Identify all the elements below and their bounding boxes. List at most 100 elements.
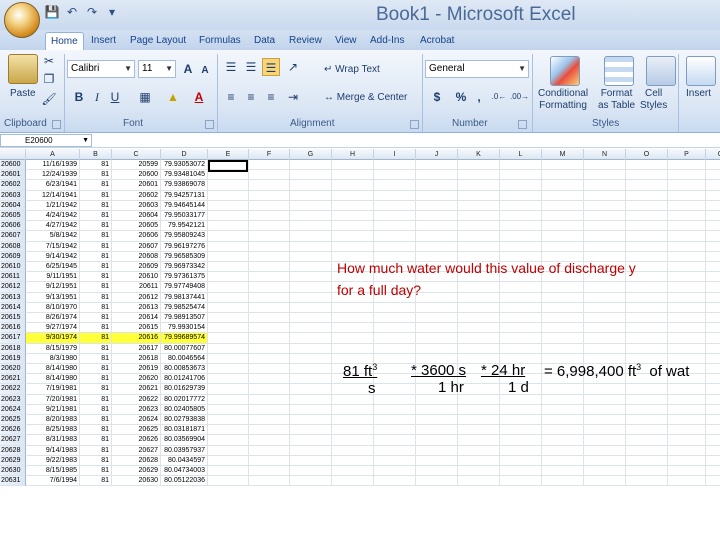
cell-empty[interactable] xyxy=(500,180,542,191)
cell-empty[interactable] xyxy=(706,191,720,201)
cell-value-d[interactable]: 80.01629739 xyxy=(161,384,208,395)
currency-icon[interactable]: $ xyxy=(428,88,446,106)
cell-empty[interactable] xyxy=(249,323,290,334)
cell-empty[interactable] xyxy=(584,200,626,211)
number-launcher-icon[interactable] xyxy=(518,120,527,129)
cell-empty[interactable] xyxy=(706,476,720,487)
cell-value-b[interactable]: 81 xyxy=(80,425,112,436)
tab-add-ins[interactable]: Add-Ins xyxy=(365,32,409,50)
shrink-font-icon[interactable]: A xyxy=(196,62,214,80)
cell-empty[interactable] xyxy=(668,476,706,487)
cell-empty[interactable] xyxy=(332,241,374,252)
cell-empty[interactable] xyxy=(706,323,720,334)
cell-empty[interactable] xyxy=(208,476,249,487)
format-as-table-button[interactable]: Format as Table xyxy=(598,88,635,112)
cell-value-b[interactable]: 81 xyxy=(80,262,112,273)
cell-value-c[interactable]: 20616 xyxy=(112,333,161,344)
cell-empty[interactable] xyxy=(416,190,458,201)
tab-view[interactable]: View xyxy=(330,32,362,50)
cell-value-d[interactable]: 80.04734003 xyxy=(161,466,208,477)
cell-empty[interactable] xyxy=(249,272,290,283)
cell-empty[interactable] xyxy=(374,211,416,222)
cell-value-b[interactable]: 81 xyxy=(80,415,112,426)
cell-empty[interactable] xyxy=(208,313,249,324)
column-header[interactable]: B xyxy=(80,149,112,160)
row-header[interactable]: 20611 xyxy=(0,272,26,283)
cell-empty[interactable] xyxy=(706,384,720,395)
cell-empty[interactable] xyxy=(626,323,668,334)
cell-value-b[interactable]: 81 xyxy=(80,364,112,375)
copy-icon[interactable]: ❐ xyxy=(40,70,58,88)
cell-value-d[interactable]: 80.02405805 xyxy=(161,404,208,415)
cell-value-d[interactable]: 79.98137441 xyxy=(161,292,208,303)
column-header[interactable]: J xyxy=(416,149,458,160)
cell-empty[interactable] xyxy=(374,415,416,426)
cell-value-c[interactable]: 20604 xyxy=(112,211,161,222)
cell-value-b[interactable]: 81 xyxy=(80,221,112,232)
cell-empty[interactable] xyxy=(668,190,706,201)
row-header[interactable]: 20621 xyxy=(0,374,26,385)
cell-value-c[interactable]: 20630 xyxy=(112,476,161,487)
cell-empty[interactable] xyxy=(416,476,458,487)
cell-value-b[interactable]: 81 xyxy=(80,160,112,171)
cell-empty[interactable] xyxy=(500,404,542,415)
cell-value-d[interactable]: 80.03181871 xyxy=(161,425,208,436)
cell-empty[interactable] xyxy=(416,160,458,171)
column-header[interactable]: P xyxy=(668,149,706,160)
cell-empty[interactable] xyxy=(374,333,416,344)
cell-empty[interactable] xyxy=(500,160,542,171)
column-header[interactable]: C xyxy=(112,149,161,160)
cell-empty[interactable] xyxy=(249,394,290,405)
cell-empty[interactable] xyxy=(584,190,626,201)
cell-date[interactable]: 6/23/1941 xyxy=(26,180,80,191)
cell-value-b[interactable]: 81 xyxy=(80,394,112,405)
cell-value-c[interactable]: 20623 xyxy=(112,404,161,415)
cell-empty[interactable] xyxy=(249,476,290,487)
cell-empty[interactable] xyxy=(416,211,458,222)
row-header[interactable]: 20620 xyxy=(0,364,26,375)
cell-empty[interactable] xyxy=(374,476,416,487)
cell-date[interactable]: 1/21/1942 xyxy=(26,200,80,211)
cell-empty[interactable] xyxy=(668,313,706,324)
cell-value-d[interactable]: 79.98525474 xyxy=(161,302,208,313)
cell-empty[interactable] xyxy=(542,190,584,201)
cell-value-c[interactable]: 20618 xyxy=(112,353,161,364)
row-header[interactable]: 20628 xyxy=(0,445,26,456)
cell-empty[interactable] xyxy=(249,190,290,201)
cell-value-b[interactable]: 81 xyxy=(80,180,112,191)
cell-value-b[interactable]: 81 xyxy=(80,200,112,211)
number-format-combo[interactable]: General ▼ xyxy=(425,60,529,78)
cell-empty[interactable] xyxy=(208,200,249,211)
alignment-launcher-icon[interactable] xyxy=(410,120,419,129)
cell-empty[interactable] xyxy=(208,323,249,334)
cell-empty[interactable] xyxy=(706,364,720,375)
cell-empty[interactable] xyxy=(249,292,290,303)
cell-empty[interactable] xyxy=(290,425,332,436)
underline-icon[interactable]: U xyxy=(106,88,124,106)
cell-empty[interactable] xyxy=(374,231,416,242)
row-header[interactable]: 20605 xyxy=(0,211,26,222)
cell-empty[interactable] xyxy=(416,445,458,456)
cell-empty[interactable] xyxy=(208,364,249,375)
row-header[interactable]: 20614 xyxy=(0,302,26,313)
cell-empty[interactable] xyxy=(706,282,720,293)
cell-value-b[interactable]: 81 xyxy=(80,343,112,354)
cell-empty[interactable] xyxy=(249,211,290,222)
cell-empty[interactable] xyxy=(706,425,720,436)
cell-value-c[interactable]: 20601 xyxy=(112,180,161,191)
cell-value-c[interactable]: 20615 xyxy=(112,323,161,334)
cell-empty[interactable] xyxy=(626,445,668,456)
cell-empty[interactable] xyxy=(584,425,626,436)
cell-empty[interactable] xyxy=(249,374,290,385)
cell-empty[interactable] xyxy=(668,333,706,344)
cell-empty[interactable] xyxy=(500,231,542,242)
cell-empty[interactable] xyxy=(249,445,290,456)
cell-value-c[interactable]: 20624 xyxy=(112,415,161,426)
tab-acrobat[interactable]: Acrobat xyxy=(415,32,459,50)
align-top-icon[interactable]: ☰ xyxy=(222,58,240,76)
column-header[interactable]: G xyxy=(290,149,332,160)
cell-empty[interactable] xyxy=(668,241,706,252)
cell-empty[interactable] xyxy=(626,394,668,405)
cell-value-b[interactable]: 81 xyxy=(80,374,112,385)
font-size-combo[interactable]: 11 ▼ xyxy=(138,60,176,78)
